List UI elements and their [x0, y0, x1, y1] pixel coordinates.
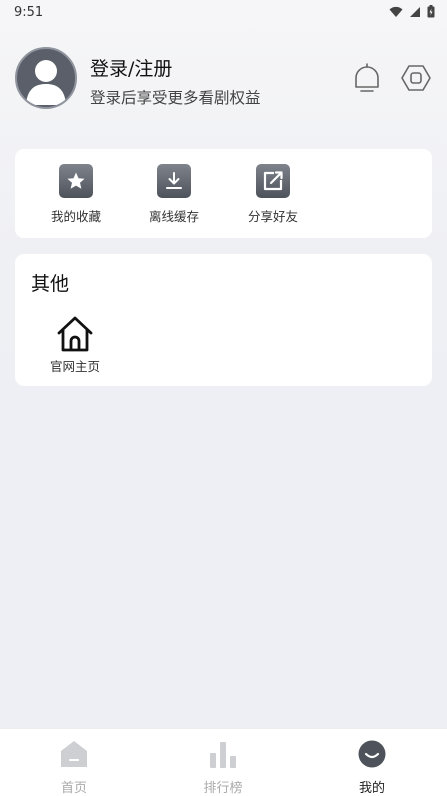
hexagon-settings-icon	[401, 65, 431, 91]
home-icon	[57, 316, 93, 352]
avatar-person-icon	[26, 60, 66, 105]
avatar[interactable]	[15, 47, 77, 109]
share-icon	[263, 171, 283, 191]
nav-home-label: 首页	[60, 781, 87, 796]
official-homepage-label: 官网主页	[49, 359, 100, 374]
star-icon	[67, 172, 85, 189]
bar-chart-icon	[210, 742, 236, 768]
other-section-title: 其他	[31, 273, 70, 295]
official-homepage-button[interactable]: 官网主页	[41, 314, 109, 375]
notification-button[interactable]	[351, 62, 383, 94]
quick-actions-card: 我的收藏 离线缓存 分享好友	[15, 149, 432, 238]
download-icon	[166, 172, 182, 189]
favorites-button[interactable]: 我的收藏	[36, 164, 116, 225]
favorites-label: 我的收藏	[50, 209, 101, 224]
bell-icon	[355, 63, 379, 92]
offline-cache-icon-box	[157, 164, 191, 198]
nav-mine[interactable]: 我的	[327, 739, 417, 796]
login-register-link[interactable]: 登录/注册	[90, 54, 172, 81]
user-header: 登录/注册 登录后享受更多看剧权益	[0, 44, 447, 114]
share-friends-button[interactable]: 分享好友	[233, 164, 313, 225]
home-tab-icon	[61, 741, 87, 767]
wifi-icon	[389, 6, 403, 17]
offline-cache-label: 离线缓存	[148, 209, 199, 224]
nav-ranking[interactable]: 排行榜	[178, 739, 268, 796]
nav-mine-label: 我的	[358, 781, 385, 796]
offline-cache-button[interactable]: 离线缓存	[134, 164, 214, 225]
status-time: 9:51	[14, 5, 44, 20]
login-benefit-text: 登录后享受更多看剧权益	[90, 89, 261, 107]
bottom-nav: 首页 排行榜 我的	[0, 728, 447, 796]
share-friends-label: 分享好友	[247, 209, 298, 224]
nav-home[interactable]: 首页	[29, 739, 119, 796]
status-icons	[389, 5, 435, 18]
profile-tab-icon	[358, 740, 386, 768]
nav-ranking-label: 排行榜	[203, 781, 243, 796]
other-section-card: 其他 官网主页	[15, 254, 432, 386]
signal-icon	[410, 6, 420, 17]
settings-button[interactable]	[400, 62, 432, 94]
share-friends-icon-box	[256, 164, 290, 198]
favorites-icon-box	[59, 164, 93, 198]
battery-icon	[427, 5, 435, 18]
status-bar: 9:51	[0, 0, 447, 24]
